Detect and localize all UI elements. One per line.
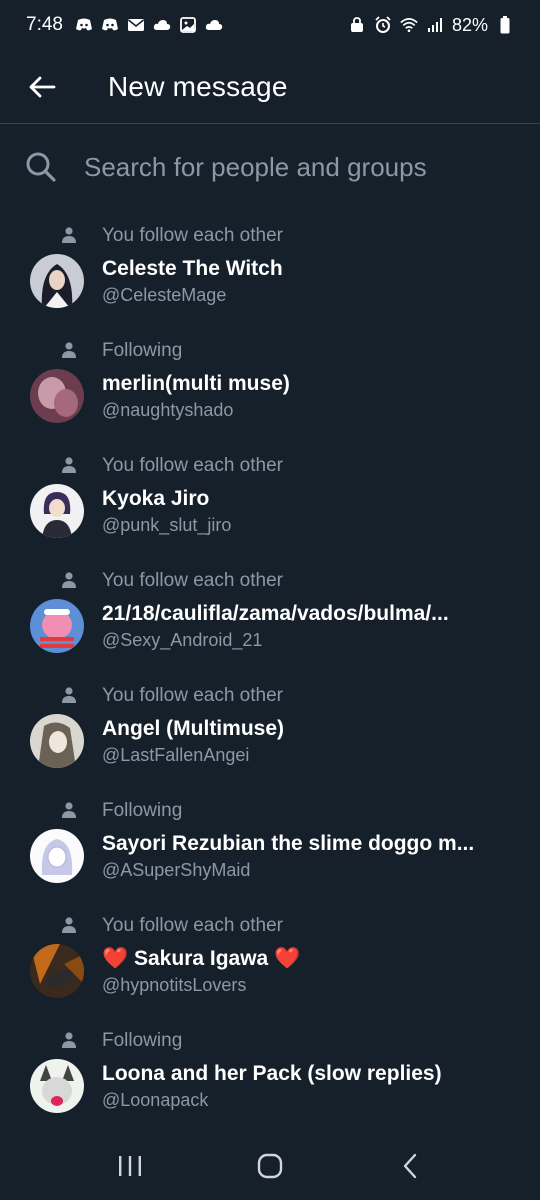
recent-apps-icon — [119, 1156, 141, 1176]
contact-names: Kyoka Jiro @punk_slut_jiro — [102, 486, 502, 537]
handle: @ASuperShyMaid — [102, 860, 251, 880]
person-icon — [62, 227, 76, 243]
display-name: Sayori Rezubian the slime doggo m... — [102, 832, 475, 855]
status-right: 82% — [348, 15, 514, 36]
lock-icon — [348, 16, 366, 34]
contact-list: You follow each other Celeste The Witch … — [0, 212, 540, 1132]
gallery-icon — [179, 16, 197, 34]
contact-names: 21/18/caulifla/zama/vados/bulma/... @Sex… — [102, 601, 502, 652]
discord-icon — [75, 16, 93, 34]
relation-text: You follow each other — [102, 685, 283, 706]
relation-text: Following — [102, 800, 183, 821]
contact-item[interactable]: You follow each other Celeste The Witch … — [0, 212, 540, 327]
display-name: ❤️ Sakura Igawa ❤️ — [102, 946, 502, 972]
person-icon — [62, 572, 76, 588]
relation-row: You follow each other — [0, 224, 540, 248]
avatar — [30, 599, 84, 653]
relation-text: You follow each other — [102, 455, 283, 476]
alarm-icon — [374, 16, 392, 34]
person-icon — [62, 917, 76, 933]
relation-row: Following — [0, 1029, 540, 1053]
heart-icon: ❤️ — [274, 947, 301, 970]
recent-apps-button[interactable] — [100, 1141, 160, 1191]
display-name-text: Sakura Igawa — [134, 947, 269, 970]
search-icon — [24, 150, 58, 184]
contact-item[interactable]: You follow each other ❤️ Sakura Igawa ❤️… — [0, 902, 540, 1017]
wifi-icon — [400, 16, 418, 34]
arrow-left-icon — [29, 76, 56, 97]
heart-icon: ❤️ — [102, 947, 129, 970]
handle: @punk_slut_jiro — [102, 515, 232, 535]
chevron-left-icon — [403, 1153, 417, 1179]
person-icon — [62, 457, 76, 473]
back-nav-button[interactable] — [380, 1141, 440, 1191]
relation-row: You follow each other — [0, 454, 540, 478]
contact-names: Celeste The Witch @CelesteMage — [102, 256, 502, 307]
status-time: 7:48 — [26, 14, 63, 35]
person-icon — [62, 342, 76, 358]
handle: @CelesteMage — [102, 285, 227, 305]
relation-text: You follow each other — [102, 225, 283, 246]
contact-names: merlin(multi muse) @naughtyshado — [102, 371, 502, 422]
search-input[interactable] — [84, 147, 504, 187]
battery-percent: 82% — [451, 14, 488, 35]
relation-row: Following — [0, 339, 540, 363]
display-name: 21/18/caulifla/zama/vados/bulma/... — [102, 602, 449, 625]
display-name: Kyoka Jiro — [102, 487, 210, 510]
contact-item[interactable]: Following merlin(multi muse) @naughtysha… — [0, 327, 540, 442]
battery-icon — [496, 16, 514, 34]
contact-names: Angel (Multimuse) @LastFallenAngei — [102, 716, 502, 767]
avatar — [30, 484, 84, 538]
relation-text: Following — [102, 340, 183, 361]
handle: @naughtyshado — [102, 400, 234, 420]
search-bar[interactable] — [0, 124, 540, 210]
display-name: merlin(multi muse) — [102, 372, 290, 395]
cloud-icon — [153, 16, 171, 34]
system-nav-bar — [0, 1132, 540, 1200]
relation-row: You follow each other — [0, 569, 540, 593]
relation-text: You follow each other — [102, 915, 283, 936]
person-icon — [62, 1032, 76, 1048]
header: New message — [0, 50, 540, 124]
contact-names: ❤️ Sakura Igawa ❤️ @hypnotitsLovers — [102, 946, 502, 997]
handle: @Loonapack — [102, 1090, 209, 1110]
display-name: Loona and her Pack (slow replies) — [102, 1062, 442, 1085]
display-name: Angel (Multimuse) — [102, 717, 284, 740]
status-left: 7:48 — [26, 14, 223, 36]
person-icon — [62, 687, 76, 703]
avatar — [30, 714, 84, 768]
contact-item[interactable]: You follow each other 21/18/caulifla/zam… — [0, 557, 540, 672]
page-title: New message — [108, 70, 288, 102]
contact-item[interactable]: You follow each other Kyoka Jiro @punk_s… — [0, 442, 540, 557]
avatar — [30, 944, 84, 998]
contact-names: Loona and her Pack (slow replies) @Loona… — [102, 1061, 502, 1112]
relation-row: You follow each other — [0, 914, 540, 938]
handle: @LastFallenAngei — [102, 745, 250, 765]
relation-text: Following — [102, 1030, 183, 1051]
new-message-screen: 7:48 82% New message Search for people a… — [0, 0, 540, 1200]
contact-item[interactable]: You follow each other Angel (Multimuse) … — [0, 672, 540, 787]
discord-icon — [101, 16, 119, 34]
person-icon — [62, 802, 76, 818]
avatar — [30, 254, 84, 308]
avatar — [30, 829, 84, 883]
relation-row: You follow each other — [0, 684, 540, 708]
home-button[interactable] — [240, 1141, 300, 1191]
handle: @Sexy_Android_21 — [102, 630, 263, 650]
contact-names: Sayori Rezubian the slime doggo m... @AS… — [102, 831, 502, 882]
signal-icon — [426, 16, 444, 34]
home-icon — [257, 1153, 283, 1179]
handle: @hypnotitsLovers — [102, 975, 247, 995]
relation-text: You follow each other — [102, 570, 283, 591]
contact-item[interactable]: Following Sayori Rezubian the slime dogg… — [0, 787, 540, 902]
relation-row: Following — [0, 799, 540, 823]
avatar — [30, 369, 84, 423]
back-button[interactable] — [0, 50, 84, 124]
contact-item[interactable]: Following Loona and her Pack (slow repli… — [0, 1017, 540, 1132]
avatar — [30, 1059, 84, 1113]
status-bar: 7:48 82% — [0, 0, 540, 50]
display-name: Celeste The Witch — [102, 257, 283, 280]
mail-icon — [127, 16, 145, 34]
cloud-icon — [205, 16, 223, 34]
